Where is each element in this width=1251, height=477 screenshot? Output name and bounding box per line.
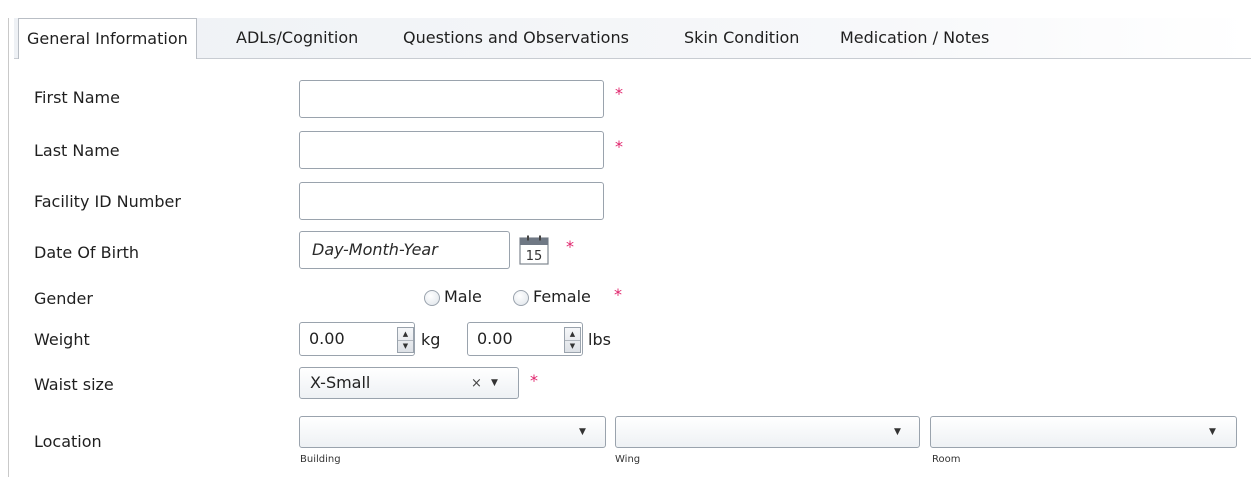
waist-size-dropdown[interactable]: X-Small × ▼ (299, 367, 519, 399)
gender-male-label[interactable]: Male (444, 287, 482, 306)
tab-adls-cognition[interactable]: ADLs/Cognition (236, 18, 358, 58)
chevron-down-icon[interactable]: ▼ (1209, 427, 1216, 437)
building-caption: Building (300, 454, 341, 465)
calendar-icon[interactable]: 15 (519, 235, 549, 265)
waist-size-label: Waist size (34, 375, 114, 394)
wing-caption: Wing (615, 454, 641, 465)
gender-required-marker: * (614, 285, 622, 304)
tab-medication-notes[interactable]: Medication / Notes (840, 18, 989, 58)
room-caption: Room (932, 454, 961, 465)
weight-kg-value: 0.00 (309, 329, 345, 348)
left-border (8, 18, 9, 477)
facility-id-input[interactable] (299, 182, 604, 220)
calendar-day-number: 15 (526, 249, 543, 264)
date-of-birth-label: Date Of Birth (34, 243, 140, 262)
last-name-label: Last Name (34, 141, 120, 160)
chevron-down-icon[interactable]: ▼ (491, 378, 498, 388)
weight-kg-unit: kg (421, 330, 441, 349)
tab-strip: General Information ADLs/Cognition Quest… (14, 18, 1251, 59)
clear-icon[interactable]: × (471, 376, 482, 391)
weight-kg-spinner[interactable]: ▲ ▼ (397, 327, 414, 353)
first-name-required-marker: * (615, 84, 623, 103)
location-label: Location (34, 432, 102, 451)
weight-lbs-spinner[interactable]: ▲ ▼ (564, 327, 581, 353)
weight-label: Weight (34, 330, 90, 349)
gender-female-radio[interactable] (513, 290, 529, 306)
gender-label: Gender (34, 289, 93, 308)
tab-skin-condition[interactable]: Skin Condition (684, 18, 799, 58)
location-wing-dropdown[interactable]: ▼ (615, 416, 920, 448)
date-of-birth-required-marker: * (566, 237, 574, 256)
spin-down-icon[interactable]: ▼ (565, 340, 580, 352)
first-name-label: First Name (34, 88, 120, 107)
location-room-dropdown[interactable]: ▼ (930, 416, 1237, 448)
gender-female-label[interactable]: Female (533, 287, 591, 306)
waist-size-required-marker: * (530, 371, 538, 390)
spin-down-icon[interactable]: ▼ (398, 340, 413, 352)
chevron-down-icon[interactable]: ▼ (894, 427, 901, 437)
first-name-input[interactable] (299, 80, 604, 118)
last-name-required-marker: * (615, 137, 623, 156)
gender-male-radio[interactable] (424, 290, 440, 306)
waist-size-value: X-Small (310, 373, 371, 392)
location-building-dropdown[interactable]: ▼ (299, 416, 606, 448)
weight-lbs-value: 0.00 (477, 329, 513, 348)
chevron-down-icon[interactable]: ▼ (579, 427, 586, 437)
last-name-input[interactable] (299, 131, 604, 169)
tab-questions-observations[interactable]: Questions and Observations (403, 18, 629, 58)
date-of-birth-input[interactable]: Day-Month-Year (299, 231, 510, 269)
tab-general-information[interactable]: General Information (18, 18, 197, 59)
weight-lbs-unit: lbs (588, 330, 611, 349)
facility-id-label: Facility ID Number (34, 192, 181, 211)
